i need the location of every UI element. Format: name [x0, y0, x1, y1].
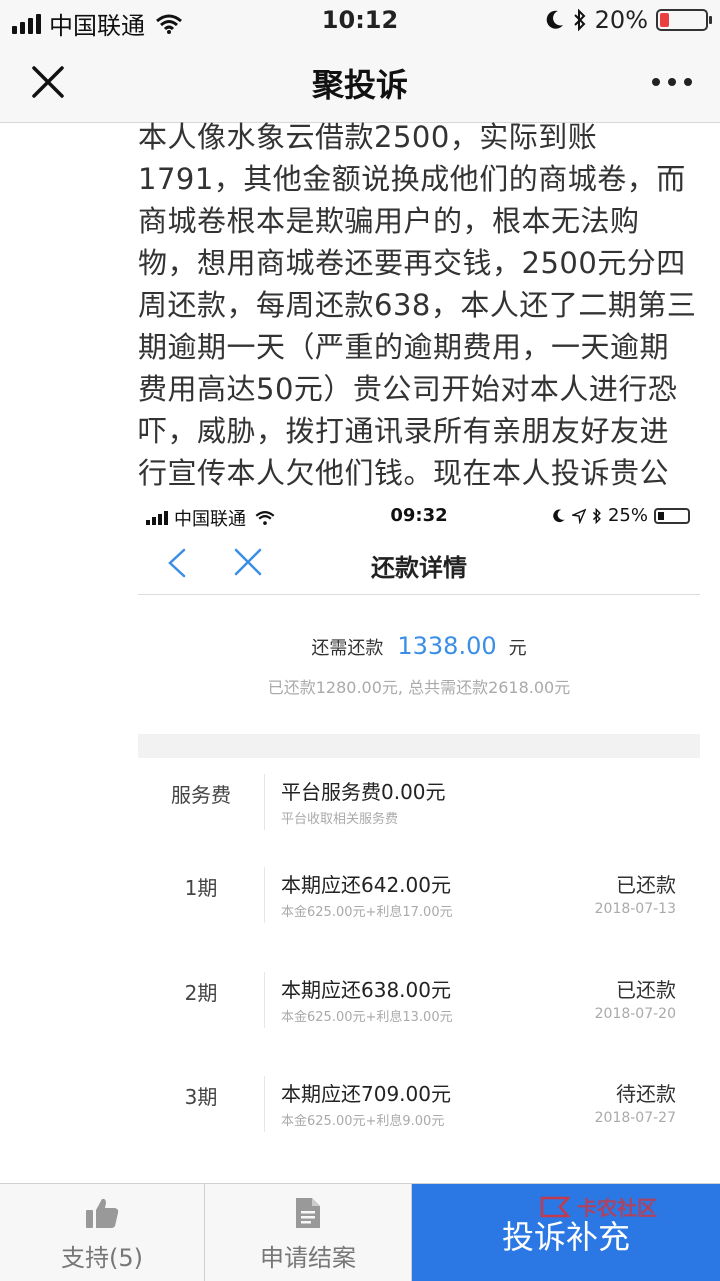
close-case-button[interactable]: 申请结案	[205, 1184, 412, 1281]
nav-bar: 聚投诉	[0, 40, 720, 123]
row-label: 2期	[184, 981, 218, 1005]
remaining-label: 还需还款	[311, 638, 384, 659]
row-detail: 平台收取相关服务费	[281, 812, 399, 827]
embedded-screenshot: 中国联通 09:32 25% 还款详情 还需还款 1338.00 元 已还款12…	[138, 498, 700, 1158]
document-icon	[296, 1198, 320, 1228]
remaining-unit: 元	[508, 638, 527, 659]
installment-row-2[interactable]: 2期 本期应还638.00元 本金625.00元+利息13.00元 已还款 20…	[138, 958, 700, 1058]
row-status: 已还款	[616, 978, 676, 1002]
row-detail: 本金625.00元+利息9.00元	[281, 1114, 445, 1129]
watermark-logo-icon	[540, 1196, 570, 1218]
embedded-title: 还款详情	[371, 554, 467, 582]
repayment-summary: 还需还款 1338.00 元 已还款1280.00元, 总共需还款2618.00元	[138, 594, 700, 734]
installment-row-1[interactable]: 1期 本期应还642.00元 本金625.00元+利息17.00元 已还款 20…	[138, 853, 700, 953]
remaining-line: 还需还款 1338.00 元	[138, 632, 700, 660]
support-label: 支持(5)	[61, 1244, 143, 1272]
installment-row-3[interactable]: 3期 本期应还709.00元 本金625.00元+利息9.00元 待还款 201…	[138, 1062, 700, 1162]
row-status: 待还款	[616, 1082, 676, 1106]
row-detail: 本金625.00元+利息17.00元	[281, 905, 453, 920]
moon-icon	[553, 508, 565, 522]
bottom-toolbar: 支持(5) 申请结案 投诉补充 卡农社区	[0, 1183, 720, 1281]
embedded-status-bar: 中国联通 09:32 25%	[138, 498, 700, 534]
more-icon[interactable]	[652, 78, 692, 86]
row-amount: 本期应还638.00元	[281, 978, 451, 1002]
section-divider	[138, 734, 700, 758]
row-divider	[264, 867, 265, 923]
row-date: 2018-07-27	[594, 1110, 676, 1126]
paid-summary: 已还款1280.00元, 总共需还款2618.00元	[267, 678, 571, 697]
row-label: 1期	[184, 876, 218, 900]
embedded-battery-percent: 25%	[607, 505, 648, 526]
moon-icon	[546, 10, 563, 29]
thumbs-up-icon	[86, 1198, 119, 1228]
status-right: 20%	[545, 6, 712, 34]
support-button[interactable]: 支持(5)	[0, 1184, 205, 1281]
close-case-label: 申请结案	[260, 1244, 356, 1272]
battery-icon	[656, 9, 712, 31]
page-title: 聚投诉	[311, 66, 408, 104]
supplement-button[interactable]: 投诉补充 卡农社区	[412, 1184, 720, 1281]
row-divider	[264, 774, 265, 830]
row-amount: 本期应还642.00元	[281, 873, 451, 897]
battery-percent: 20%	[594, 6, 648, 34]
row-status: 已还款	[616, 873, 676, 897]
bluetooth-icon	[573, 9, 586, 31]
location-icon	[571, 508, 586, 524]
row-date: 2018-07-13	[594, 901, 676, 917]
row-amount: 平台服务费0.00元	[281, 780, 446, 804]
fee-row: 服务费 平台服务费0.00元 平台收取相关服务费	[138, 760, 700, 860]
row-detail: 本金625.00元+利息13.00元	[281, 1010, 453, 1025]
row-amount: 本期应还709.00元	[281, 1082, 451, 1106]
battery-icon	[654, 507, 690, 524]
row-date: 2018-07-20	[594, 1006, 676, 1022]
row-label: 服务费	[171, 783, 231, 807]
watermark-text: 卡农社区	[577, 1196, 657, 1220]
bluetooth-icon	[592, 507, 601, 524]
row-divider	[264, 972, 265, 1028]
row-label: 3期	[184, 1085, 218, 1109]
row-divider	[264, 1076, 265, 1132]
embedded-status-right: 25%	[552, 505, 690, 526]
remaining-amount: 1338.00	[397, 632, 497, 660]
status-bar: 中国联通 10:12 20%	[0, 0, 720, 40]
embedded-nav-bar: 还款详情	[138, 534, 700, 595]
